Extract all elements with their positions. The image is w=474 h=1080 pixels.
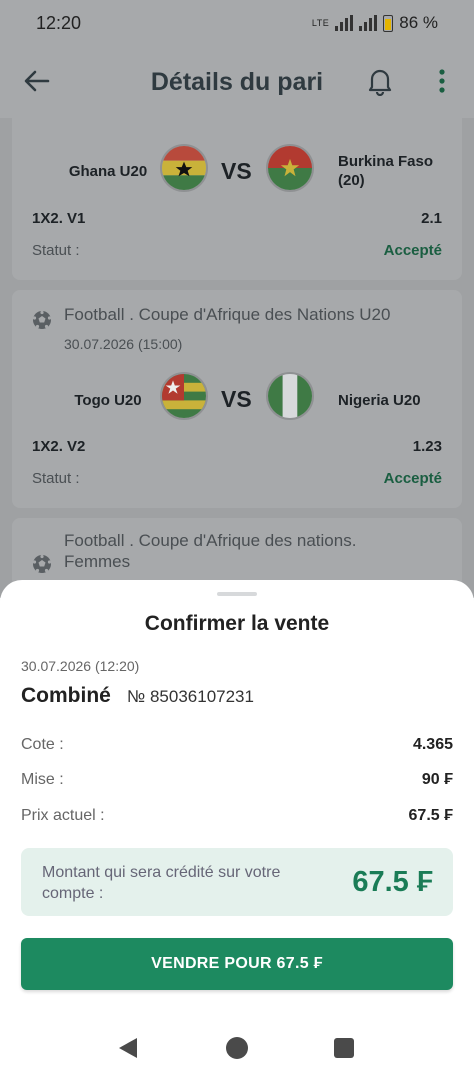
credit-label: Montant qui sera crédité sur votre compt…	[42, 864, 281, 902]
bet-type: Combiné	[21, 684, 111, 707]
status-label: Statut :	[32, 470, 80, 487]
status-label: Statut :	[32, 242, 80, 259]
event-card: Football . Coupe d'Afrique des Nations U…	[12, 290, 462, 508]
football-icon	[32, 310, 52, 329]
bet-details-list: Ghana U20 VS Burkina Faso (20) 1X2. V1 2…	[0, 118, 474, 598]
odds-value: 4.365	[412, 736, 453, 753]
status-bar: 12:20 LTE 86 %	[0, 0, 474, 46]
nigeria-flag-icon	[266, 372, 314, 420]
current-price-value: 67.5 ₣	[408, 807, 453, 824]
app-bar: Détails du pari	[0, 46, 474, 118]
team-home-name: Ghana U20	[68, 163, 148, 180]
nav-recents-icon[interactable]	[334, 1038, 354, 1058]
credit-amount: 67.5 ₣	[352, 866, 433, 898]
event-date: 30.07.2026 (15:00)	[64, 336, 183, 352]
team-away-name: Nigeria U20	[338, 392, 421, 409]
status-time: 12:20	[36, 13, 82, 33]
burkina-faso-flag-icon	[266, 144, 314, 192]
football-icon	[32, 554, 52, 573]
nav-back-icon[interactable]	[117, 1036, 139, 1060]
battery-icon	[383, 14, 394, 32]
credit-summary: Montant qui sera crédité sur votre compt…	[21, 848, 453, 916]
confirm-sale-sheet: Confirmer la vente 30.07.2026 (12:20) Co…	[0, 580, 474, 1080]
stake-value: 90 ₣	[421, 771, 453, 788]
ghana-flag-icon	[160, 144, 208, 192]
team-home-name: Togo U20	[74, 392, 142, 409]
team-away-name: Burkina Faso (20)	[338, 153, 434, 189]
bell-icon[interactable]	[366, 66, 394, 96]
page-title: Détails du pari	[150, 68, 324, 96]
bet-odd: 1.23	[412, 438, 442, 455]
event-card: Ghana U20 VS Burkina Faso (20) 1X2. V1 2…	[12, 118, 462, 280]
network-type: LTE	[311, 18, 330, 28]
nav-home-icon[interactable]	[226, 1037, 248, 1059]
battery-level: 86 %	[399, 13, 438, 32]
sell-button[interactable]: VENDRE POUR 67.5 ₣	[21, 938, 453, 990]
bet-market: 1X2. V1	[32, 210, 86, 227]
togo-flag-icon	[160, 372, 208, 420]
bet-date: 30.07.2026 (12:20)	[21, 658, 140, 674]
status-badge: Accepté	[383, 470, 442, 487]
versus-label: VS	[221, 386, 252, 412]
versus-label: VS	[221, 158, 252, 184]
status-badge: Accepté	[383, 242, 442, 259]
more-options-icon[interactable]	[432, 66, 452, 96]
bet-market: 1X2. V2	[32, 438, 86, 455]
sheet-title: Confirmer la vente	[144, 612, 330, 635]
bet-odd: 2.1	[421, 210, 442, 227]
odds-label: Cote :	[21, 736, 64, 753]
stake-label: Mise :	[21, 771, 64, 788]
league-name: Football . Coupe d'Afrique des Nations U…	[64, 305, 391, 324]
sheet-drag-handle[interactable]	[217, 592, 257, 596]
navigation-bar	[0, 1020, 474, 1080]
signal-icon	[335, 15, 354, 31]
signal-2-icon	[359, 15, 378, 31]
current-price-label: Prix actuel :	[21, 807, 105, 824]
league-name: Football . Coupe d'Afrique des nations. …	[64, 531, 357, 571]
bet-number: № 85036107231	[127, 687, 254, 706]
status-icons: LTE 86 %	[312, 13, 438, 33]
